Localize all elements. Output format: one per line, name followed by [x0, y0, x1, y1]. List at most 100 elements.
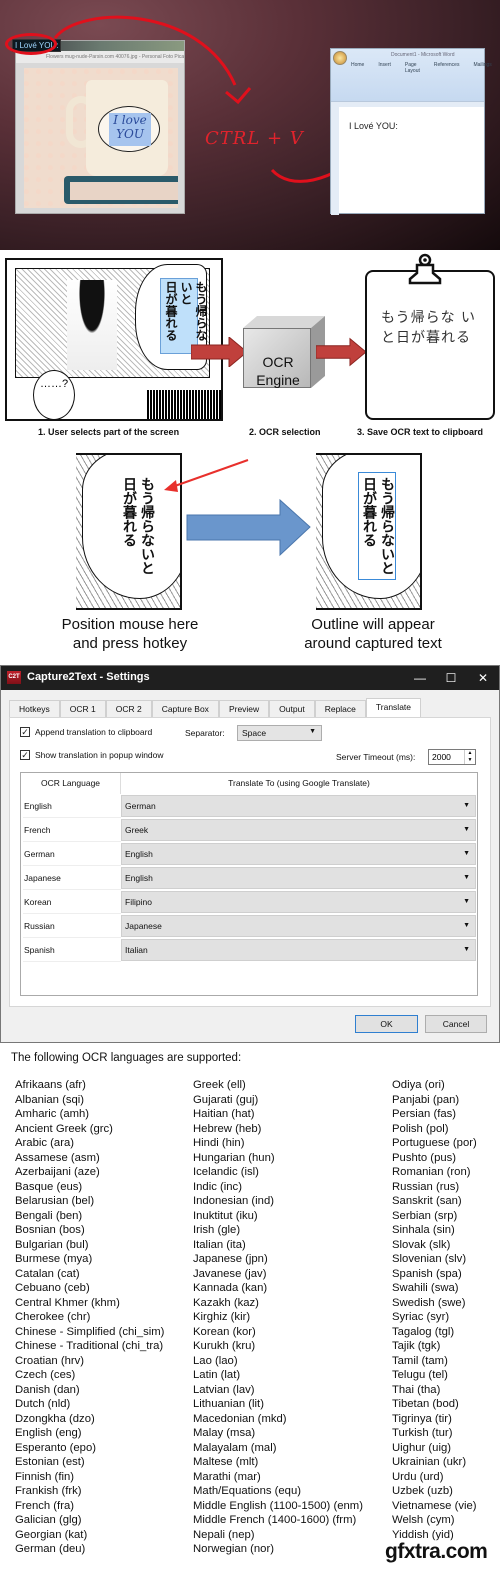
word-tabs: Home Insert Page Layout References Maili… — [351, 62, 492, 74]
language-item: Estonian (est) — [15, 1456, 85, 1468]
translate-to-value: English — [125, 873, 153, 883]
grid-header-ocr-language[interactable]: OCR Language — [21, 773, 121, 794]
word-pasted-text: I Lové YOU: — [349, 121, 398, 131]
language-item: Cherokee (chr) — [15, 1311, 91, 1323]
language-item: Sinhala (sin) — [392, 1224, 455, 1236]
cancel-button[interactable]: Cancel — [425, 1015, 487, 1033]
show-popup-checkbox[interactable]: ✓ — [20, 750, 30, 760]
ocr-language-cell: Japanese — [23, 866, 121, 890]
language-item: Tajik (tgk) — [392, 1340, 441, 1352]
close-button[interactable]: ✕ — [469, 668, 497, 688]
language-item: Croatian (hrv) — [15, 1354, 85, 1367]
app-icon: C2T — [7, 671, 21, 684]
translate-to-value: English — [125, 849, 153, 859]
ocr-language-cell: Korean — [23, 890, 121, 914]
language-item: Tibetan (bod) — [392, 1398, 459, 1410]
word-ribbon: Document1 - Microsoft Word Home Insert P… — [331, 49, 492, 101]
tab-hotkeys[interactable]: Hotkeys — [9, 700, 60, 718]
language-item: Hungarian (hun) — [193, 1151, 275, 1164]
word-tab: Mailings — [473, 62, 492, 68]
append-translation-checkbox[interactable]: ✓ — [20, 727, 30, 737]
translate-to-value: Italian — [125, 945, 148, 955]
language-item: Kirghiz (kir) — [193, 1311, 251, 1323]
grid-row: German English ▼ — [21, 842, 477, 866]
language-item: Arabic (ara) — [15, 1137, 75, 1149]
language-item: Albanian (sqi) — [15, 1093, 85, 1106]
word-window: Document1 - Microsoft Word Home Insert P… — [330, 48, 492, 215]
dialog-title: Capture2Text - Settings — [27, 671, 150, 683]
language-item: Malayalam (mal) — [193, 1441, 277, 1454]
translate-to-dropdown[interactable]: Japanese ▼ — [121, 915, 476, 937]
server-timeout-input[interactable]: 2000 ▲ ▼ — [428, 749, 476, 765]
grid-row: Korean Filipino ▼ — [21, 890, 477, 914]
language-item: Turkish (tur) — [392, 1427, 453, 1439]
maximize-button[interactable]: ☐ — [437, 668, 465, 688]
language-item: Indic (inc) — [193, 1180, 242, 1193]
language-item: Finnish (fin) — [15, 1470, 75, 1483]
language-item: Icelandic (isl) — [193, 1166, 259, 1178]
ocr-engine-cube: OCR Engine — [243, 316, 325, 388]
manga-hair — [147, 390, 221, 419]
step-1-caption: 1. User selects part of the screen — [38, 427, 180, 437]
separator-label: Separator: — [185, 728, 225, 738]
translate-to-dropdown[interactable]: German ▼ — [121, 795, 476, 817]
translate-to-dropdown[interactable]: Italian ▼ — [121, 939, 476, 961]
language-column-1: Afrikaans (afr) Albanian (sqi) Amharic (am… — [15, 1078, 164, 1557]
language-item: Persian (fas) — [392, 1108, 457, 1120]
server-timeout-value: 2000 — [432, 752, 451, 762]
dialog-titlebar[interactable]: C2T Capture2Text - Settings — ☐ ✕ — [1, 666, 499, 690]
language-item: Uzbek (uzb) — [392, 1485, 453, 1497]
language-item: Chinese - Simplified (chi_sim) — [15, 1325, 165, 1338]
separator-dropdown[interactable]: Space ▼ — [237, 725, 322, 741]
language-item: Czech (ces) — [15, 1369, 76, 1381]
tab-preview[interactable]: Preview — [218, 700, 270, 718]
translate-to-dropdown[interactable]: Greek ▼ — [121, 819, 476, 841]
language-item: Lithuanian (lit) — [193, 1398, 264, 1410]
hero-banner: Flowers mug-nude-Parsin.com 40076.jpg - … — [0, 0, 500, 250]
language-item: Welsh (cym) — [392, 1514, 455, 1526]
ok-button[interactable]: OK — [355, 1015, 418, 1033]
language-item: Inuktitut (iku) — [193, 1209, 258, 1222]
step-2-caption: 2. OCR selection — [249, 427, 321, 437]
language-item: Marathi (mar) — [193, 1470, 261, 1483]
tab-ocr-2[interactable]: OCR 2 — [105, 700, 152, 718]
language-item: Burmese (mya) — [15, 1253, 93, 1265]
language-item: Bulgarian (bul) — [15, 1238, 89, 1251]
language-item: Telugu (tel) — [392, 1369, 448, 1381]
language-item: Bosnian (bos) — [15, 1224, 85, 1236]
tab-output[interactable]: Output — [269, 700, 315, 718]
minimize-button[interactable]: — — [406, 668, 434, 688]
language-item: Central Khmer (khm) — [15, 1296, 120, 1309]
hotkey-demo: もう帰らないと 日が暮れる もう帰らないと 日が暮れる Position mouse… — [0, 445, 500, 655]
language-column-2: Greek (ell) Gujarati (guj) Haitian (hat) He… — [193, 1078, 363, 1557]
tab-replace[interactable]: Replace — [314, 700, 366, 718]
tab-ocr-1[interactable]: OCR 1 — [59, 700, 106, 718]
language-item: English (eng) — [15, 1427, 82, 1439]
word-left-ruler — [331, 107, 339, 215]
language-item: Basque (eus) — [15, 1180, 83, 1193]
language-item: Esperanto (epo) — [15, 1441, 97, 1454]
language-item: Frankish (frk) — [15, 1485, 82, 1497]
tab-capture-box[interactable]: Capture Box — [151, 700, 219, 718]
grid-header-translate-to[interactable]: Translate To (using Google Translate) — [121, 773, 477, 794]
engine-label: OCR Engine — [256, 354, 300, 388]
language-item: French (fra) — [15, 1499, 75, 1512]
language-item: Odiya (ori) — [392, 1079, 445, 1091]
language-item: Tagalog (tgl) — [392, 1325, 455, 1338]
grid-row: Russian Japanese ▼ — [21, 914, 477, 938]
language-item: Bengali (ben) — [15, 1209, 83, 1222]
language-item: Japanese (jpn) — [193, 1253, 268, 1265]
translate-to-dropdown[interactable]: Filipino ▼ — [121, 891, 476, 913]
ocr-language-cell: Spanish — [23, 938, 121, 962]
translate-to-value: Greek — [125, 825, 149, 835]
word-tab: Insert — [378, 62, 391, 68]
language-item: Serbian (srp) — [392, 1209, 458, 1222]
left-caption: Position mouse here and press hotkey — [61, 616, 199, 652]
spinner-arrows-icon[interactable]: ▲ ▼ — [464, 750, 475, 764]
language-item: Latin (lat) — [193, 1369, 241, 1381]
language-item: Catalan (cat) — [15, 1267, 80, 1280]
translate-to-dropdown[interactable]: English ▼ — [121, 843, 476, 865]
tab-translate[interactable]: Translate — [365, 698, 422, 718]
language-item: Spanish (spa) — [392, 1267, 462, 1280]
translate-to-dropdown[interactable]: English ▼ — [121, 867, 476, 889]
